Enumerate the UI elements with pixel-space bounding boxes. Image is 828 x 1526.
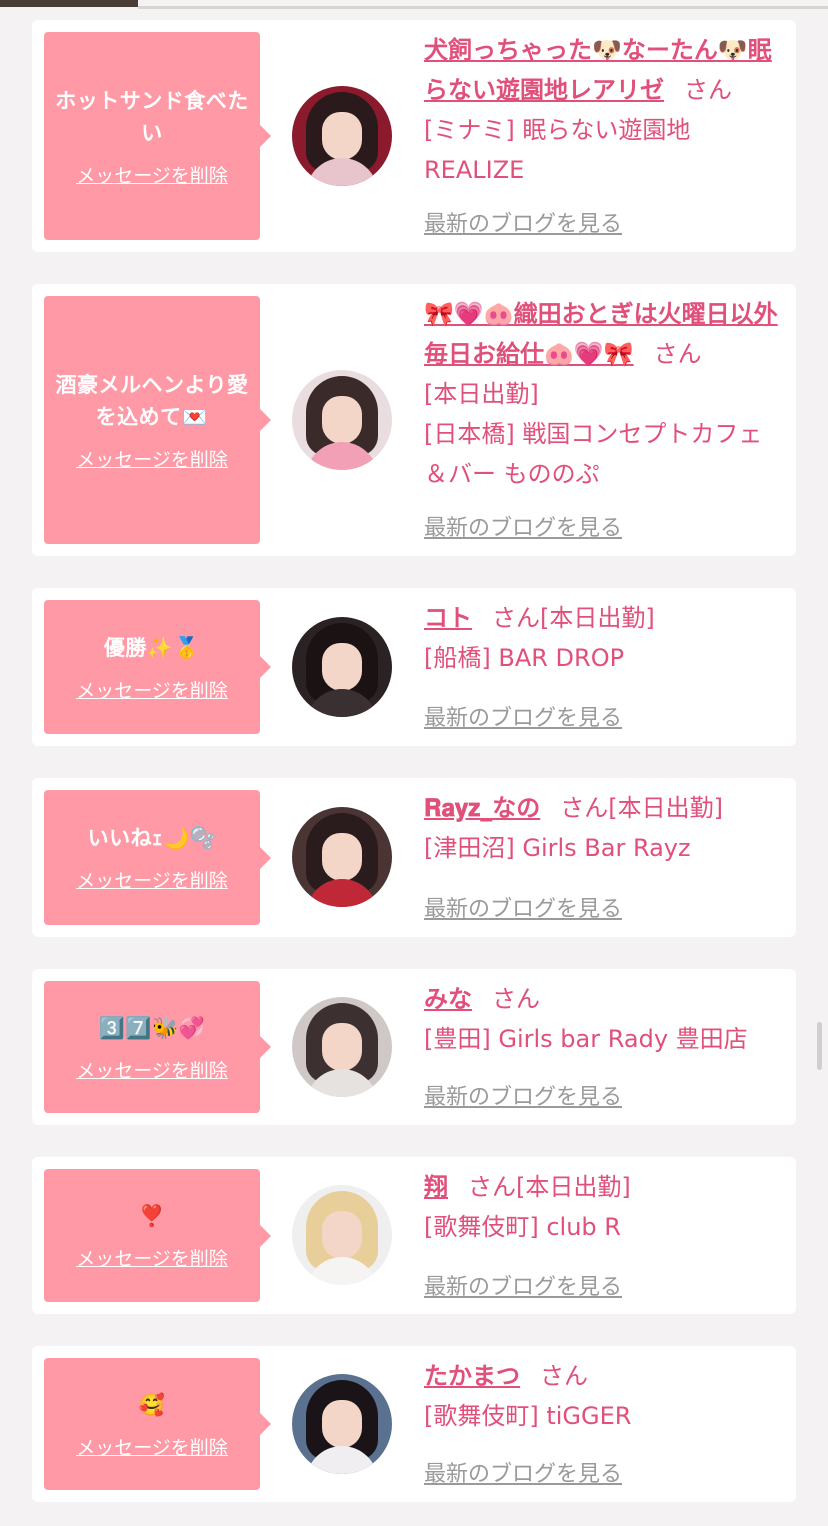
work-status: [本日出勤] (608, 794, 723, 822)
message-text: 3️⃣7️⃣🐝💞 (98, 1015, 206, 1040)
shop-name: [歌舞伎町] club R (424, 1213, 621, 1241)
honorific: さん (653, 340, 702, 368)
favorite-card: ❣️ メッセージを削除 翔さん[本日出勤] [歌舞伎町] club R 最新のブ… (32, 1157, 796, 1314)
cast-name-link[interactable]: 𝐑𝐚𝐲𝐳_なの (424, 794, 540, 822)
honorific: さん (492, 604, 540, 632)
delete-message-link[interactable]: メッセージを削除 (76, 866, 228, 893)
latest-blog-link[interactable]: 最新のブログを見る (424, 510, 622, 542)
honorific: さん (560, 794, 609, 822)
delete-message-link[interactable]: メッセージを削除 (76, 445, 228, 472)
message-bubble: 🥰 メッセージを削除 (44, 1358, 271, 1490)
avatar[interactable] (292, 997, 392, 1097)
message-bubble: ❣️ メッセージを削除 (44, 1169, 271, 1302)
message-bubble: ホットサンド食べたい メッセージを削除 (44, 32, 271, 240)
cast-name-link[interactable]: 🎀💗🐽織田おとぎは火曜日以外毎日お給仕🐽💗🎀 (424, 300, 778, 368)
work-status: [本日出勤] (540, 604, 655, 632)
delete-message-link[interactable]: メッセージを削除 (76, 161, 228, 188)
cast-info: 🎀💗🐽織田おとぎは火曜日以外毎日お給仕🐽💗🎀 さん [本日出勤] [日本橋] 戦国… (424, 294, 782, 494)
avatar[interactable] (292, 617, 392, 717)
message-text: 🥰 (138, 1392, 166, 1417)
avatar[interactable] (292, 1374, 392, 1474)
honorific: さん (492, 985, 540, 1013)
avatar[interactable] (292, 1185, 392, 1285)
scrollbar-thumb[interactable] (817, 1022, 822, 1070)
cast-info: コト さん[本日出勤] [船橋] BAR DROP (424, 598, 782, 678)
message-bubble: 酒豪メルヘンより愛を込めて💌 メッセージを削除 (44, 296, 271, 544)
latest-blog-link[interactable]: 最新のブログを見る (424, 206, 622, 238)
cast-name-link[interactable]: たかまつ (424, 1362, 520, 1390)
cast-info: 𝐑𝐚𝐲𝐳_なの さん[本日出勤] [津田沼] Girls Bar Rayz (424, 788, 782, 868)
avatar[interactable] (292, 807, 392, 907)
favorite-card: ホットサンド食べたい メッセージを削除 犬飼っちゃった🐶なーたん🐶眠らない遊園地… (32, 20, 796, 252)
cast-info: 犬飼っちゃった🐶なーたん🐶眠らない遊園地レアリゼ さん [ミナミ] 眠らない遊園地… (424, 30, 782, 190)
favorite-card: 🥰 メッセージを削除 たかまつ さん [歌舞伎町] tiGGER 最新のブログを見… (32, 1346, 796, 1502)
cast-name-link[interactable]: 翔 (424, 1173, 448, 1201)
latest-blog-link[interactable]: 最新のブログを見る (424, 1269, 622, 1301)
shop-name: [豊田] Girls bar Rady 豊田店 (424, 1025, 748, 1053)
honorific: さん (468, 1173, 516, 1201)
message-text: 優勝✨🥇 (103, 635, 201, 660)
latest-blog-link[interactable]: 最新のブログを見る (424, 891, 622, 923)
header-divider (138, 6, 828, 9)
delete-message-link[interactable]: メッセージを削除 (76, 1244, 228, 1271)
cast-name-link[interactable]: みな (424, 985, 472, 1013)
message-bubble: いいねｪ🌙🫧 メッセージを削除 (44, 790, 271, 925)
latest-blog-link[interactable]: 最新のブログを見る (424, 1456, 622, 1488)
cast-info: たかまつ さん [歌舞伎町] tiGGER (424, 1356, 782, 1436)
delete-message-link[interactable]: メッセージを削除 (76, 1433, 228, 1460)
cast-info: みな さん [豊田] Girls bar Rady 豊田店 (424, 979, 782, 1059)
message-text: いいねｪ🌙🫧 (87, 826, 217, 850)
shop-name: [歌舞伎町] tiGGER (424, 1402, 632, 1430)
favorite-card: いいねｪ🌙🫧 メッセージを削除 𝐑𝐚𝐲𝐳_なの さん[本日出勤] [津田沼] Gi… (32, 778, 796, 937)
header-strip (0, 0, 138, 7)
shop-name: [津田沼] Girls Bar Rayz (424, 834, 691, 862)
honorific: さん (540, 1362, 588, 1390)
message-text: ホットサンド食べたい (55, 88, 249, 145)
work-status: [本日出勤] (424, 380, 539, 408)
shop-name: [船橋] BAR DROP (424, 644, 625, 672)
cast-name-link[interactable]: コト (424, 604, 472, 632)
top-bar (0, 0, 828, 10)
delete-message-link[interactable]: メッセージを削除 (76, 1056, 228, 1083)
message-bubble: 優勝✨🥇 メッセージを削除 (44, 600, 271, 734)
favorite-card: 3️⃣7️⃣🐝💞 メッセージを削除 みな さん [豊田] Girls bar Ra… (32, 969, 796, 1125)
avatar[interactable] (292, 370, 392, 470)
favorite-card: 優勝✨🥇 メッセージを削除 コト さん[本日出勤] [船橋] BAR DROP 最… (32, 588, 796, 746)
shop-name: [日本橋] 戦国コンセプトカフェ＆バー もののぷ (424, 420, 763, 488)
shop-name: [ミナミ] 眠らない遊園地REALIZE (424, 116, 691, 184)
cast-info: 翔さん[本日出勤] [歌舞伎町] club R (424, 1167, 782, 1247)
latest-blog-link[interactable]: 最新のブログを見る (424, 1079, 622, 1111)
favorite-card: 酒豪メルヘンより愛を込めて💌 メッセージを削除 🎀💗🐽織田おとぎは火曜日以外毎日… (32, 284, 796, 556)
avatar[interactable] (292, 86, 392, 186)
delete-message-link[interactable]: メッセージを削除 (76, 676, 228, 703)
message-bubble: 3️⃣7️⃣🐝💞 メッセージを削除 (44, 981, 271, 1113)
message-text: 酒豪メルヘンより愛を込めて💌 (55, 372, 249, 429)
honorific: さん (684, 76, 732, 104)
latest-blog-link[interactable]: 最新のブログを見る (424, 700, 622, 732)
work-status: [本日出勤] (516, 1173, 631, 1201)
message-text: ❣️ (138, 1204, 166, 1228)
